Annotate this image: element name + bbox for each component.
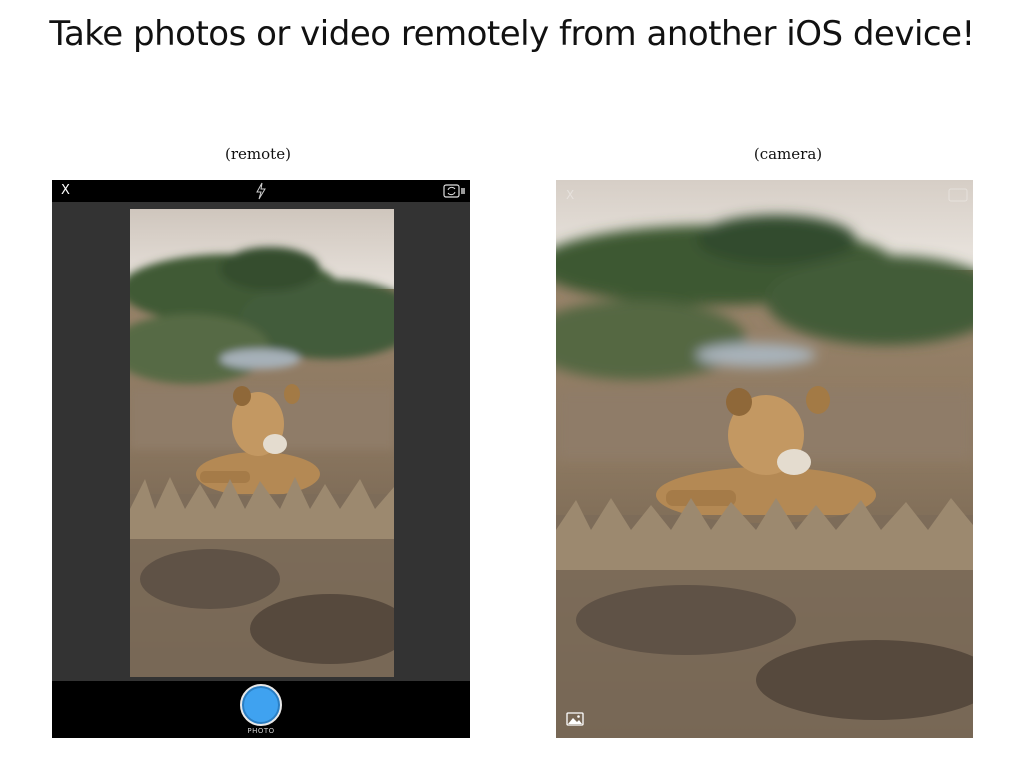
shutter-button[interactable]	[240, 684, 282, 726]
remote-camera-preview	[130, 209, 394, 677]
capture-mode-label[interactable]: PHOTO	[52, 727, 470, 735]
camera-flip-icon[interactable]	[948, 188, 968, 202]
camera-close-button[interactable]: X	[566, 188, 574, 202]
camera-device-screen: X	[556, 180, 973, 738]
gallery-icon[interactable]	[566, 712, 584, 726]
remote-bottom-bar: PHOTO	[52, 681, 470, 738]
camera-caption: (camera)	[753, 145, 823, 163]
flash-icon[interactable]	[254, 182, 268, 200]
camera-flip-icon[interactable]	[443, 183, 467, 199]
remote-top-bar: X	[52, 180, 470, 202]
camera-live-view	[556, 180, 973, 738]
remote-caption: (remote)	[225, 145, 291, 163]
page-headline: Take photos or video remotely from anoth…	[49, 14, 975, 54]
remote-device-screen: X PHOTO	[52, 180, 470, 738]
lioness-photo	[130, 209, 394, 677]
remote-close-button[interactable]: X	[61, 183, 70, 199]
